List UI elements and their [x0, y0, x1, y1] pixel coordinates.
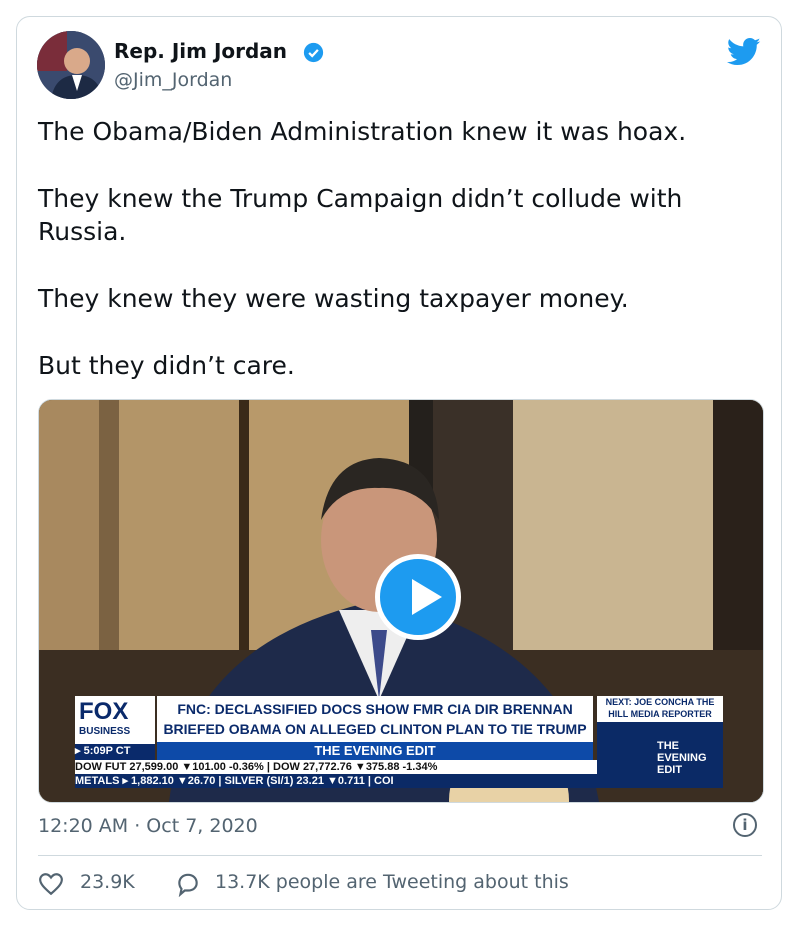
tv-chyron: FOX BUSINESS ▸ 5:09P CT FNC: DECLASSIFIE… — [75, 696, 723, 792]
tweeting-text: 13.7K people are Tweeting about this — [215, 871, 569, 893]
info-icon[interactable]: i — [733, 813, 757, 837]
heart-icon — [39, 873, 63, 896]
network-logo: FOX BUSINESS — [75, 696, 155, 744]
like-count: 23.9K — [80, 871, 135, 893]
avatar[interactable] — [37, 31, 105, 99]
broadcast-time: ▸ 5:09P CT — [75, 744, 155, 760]
chyron-headline: FNC: DECLASSIFIED DOCS SHOW FMR CIA DIR … — [157, 696, 593, 757]
verified-badge-icon — [303, 42, 324, 63]
tweet-paragraph: But they didn’t care. — [38, 351, 295, 380]
reply-bubble-icon — [178, 873, 198, 897]
tweet-body: The Obama/Biden Administration knew it w… — [38, 115, 758, 416]
tweet-paragraph: They knew the Trump Campaign didn’t coll… — [38, 184, 683, 246]
time-arrow-icon: ▸ — [75, 745, 84, 757]
logo-fox: FOX — [79, 698, 129, 725]
author-handle[interactable]: @Jim_Jordan — [114, 69, 232, 91]
divider — [38, 855, 762, 856]
chyron-show-name: THE EVENING EDIT — [157, 742, 593, 760]
next-segment-box: NEXT: JOE CONCHA THE HILL MEDIA REPORTER… — [597, 696, 723, 788]
next-show-logo: THE EVENING EDIT — [657, 740, 707, 776]
tweet-card: Rep. Jim Jordan @Jim_Jordan The Obama/Bi… — [16, 16, 782, 910]
twitter-bird-icon[interactable] — [727, 37, 761, 67]
logo-business: BUSINESS — [79, 726, 131, 737]
tweet-paragraph: The Obama/Biden Administration knew it w… — [38, 117, 687, 146]
tweet-paragraph: They knew they were wasting taxpayer mon… — [38, 284, 629, 313]
next-segment-text: NEXT: JOE CONCHA THE HILL MEDIA REPORTER — [597, 696, 723, 722]
author-name[interactable]: Rep. Jim Jordan — [114, 39, 287, 63]
video-player[interactable]: FOX BUSINESS ▸ 5:09P CT FNC: DECLASSIFIE… — [38, 399, 764, 803]
ticker-row: METALS ▸ 1,882.10 ▼26.70 | SILVER (SI/1)… — [75, 774, 597, 788]
tweet-timestamp[interactable]: 12:20 AM · Oct 7, 2020 — [38, 815, 258, 837]
time-value: 5:09P CT — [83, 745, 131, 757]
play-button[interactable] — [375, 554, 461, 640]
ticker-row: DOW FUT 27,599.00 ▼101.00 -0.36% | DOW 2… — [75, 760, 597, 774]
